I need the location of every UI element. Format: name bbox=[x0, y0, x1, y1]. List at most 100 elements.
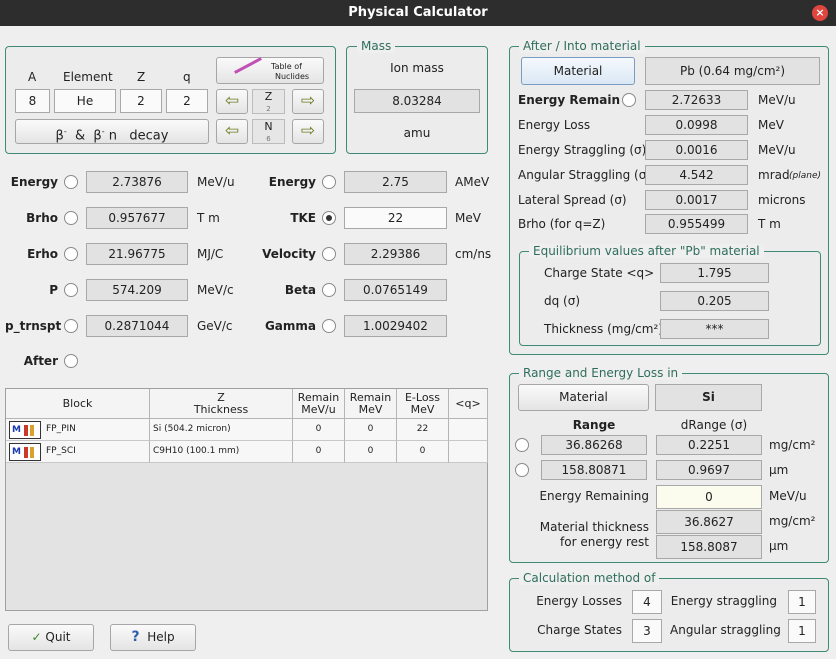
after-row-5-label: Brho (for q=Z) bbox=[518, 217, 606, 231]
p-trnspt-left-radio[interactable] bbox=[64, 319, 78, 333]
p-left-label: P bbox=[49, 283, 58, 297]
beta-minus-n-label: β bbox=[93, 128, 102, 144]
table-cell-thickness: C9H10 (100.1 mm) bbox=[150, 441, 293, 463]
energy-remaining-label: Energy Remaining bbox=[539, 489, 649, 503]
velocity-right-radio[interactable] bbox=[322, 247, 336, 261]
eq-row-1-value: 0.205 bbox=[660, 291, 769, 311]
after-material-button[interactable]: Material bbox=[521, 57, 635, 85]
close-icon[interactable]: × bbox=[812, 5, 828, 21]
z-increase-arrow-icon[interactable]: ⇨ bbox=[292, 89, 324, 114]
after-row-0-label: Energy Remain bbox=[518, 93, 621, 107]
energy-straggling-input[interactable]: 1 bbox=[788, 590, 816, 614]
range-row-1-drange: 0.9697 bbox=[656, 460, 762, 480]
brho-left-label: Brho bbox=[26, 211, 58, 225]
z-decrease-arrow-icon[interactable]: ⇦ bbox=[216, 89, 248, 114]
energy-losses-input[interactable]: 4 bbox=[632, 590, 662, 614]
p-left-radio[interactable] bbox=[64, 283, 78, 297]
range-row-0-range: 36.86268 bbox=[541, 435, 647, 455]
after-material-value: Pb (0.64 mg/cm²) bbox=[645, 57, 820, 85]
erho-left-unit: MJ/C bbox=[197, 247, 224, 261]
velocity-right-label: Velocity bbox=[262, 247, 316, 261]
after-row-3-label: Angular Straggling (σ) bbox=[518, 168, 651, 182]
calc-method-legend: Calculation method of bbox=[519, 571, 660, 585]
after-label: After bbox=[23, 354, 58, 368]
window-title: Physical Calculator bbox=[0, 0, 836, 26]
mass-legend: Mass bbox=[357, 39, 396, 53]
eq-row-2-label: Thickness (mg/cm²) bbox=[544, 322, 663, 336]
range-row-1-range: 158.80871 bbox=[541, 460, 647, 480]
p-trnspt-left-unit: GeV/c bbox=[197, 319, 233, 333]
n-decrease-arrow-icon[interactable]: ⇦ bbox=[216, 119, 248, 144]
energy-remain-radio[interactable] bbox=[622, 93, 636, 107]
label-a: A bbox=[28, 70, 37, 84]
range-material-value: Si bbox=[655, 384, 762, 411]
detector-icon: M bbox=[9, 421, 41, 439]
beta-decay-button[interactable]: β- & β- n decay bbox=[15, 119, 209, 144]
table-header-line2: MeV bbox=[410, 403, 435, 416]
after-row-4-label: Lateral Spread (σ) bbox=[518, 193, 627, 207]
table-header-line2: Thickness bbox=[193, 403, 249, 416]
charge-states-label: Charge States bbox=[537, 623, 622, 637]
after-row-3-value: 4.542 bbox=[645, 165, 748, 185]
range-row-1-radio[interactable] bbox=[515, 463, 529, 477]
energy-left-label: Energy bbox=[10, 175, 58, 189]
energy-remaining-input[interactable]: 0 bbox=[656, 485, 762, 509]
table-of-nuclides-button[interactable]: Table of Nuclides bbox=[216, 57, 324, 84]
tke-right-value[interactable]: 22 bbox=[344, 207, 447, 229]
table-row-block: FP_PIN bbox=[46, 424, 76, 434]
gamma-right-radio[interactable] bbox=[322, 319, 336, 333]
energy-straggling-label: Energy straggling bbox=[670, 594, 777, 608]
z-input[interactable]: 2 bbox=[120, 89, 162, 113]
table-header-0: Block bbox=[6, 389, 150, 419]
after-row-5-value: 0.955499 bbox=[645, 214, 748, 234]
after-row-2-value: 0.0016 bbox=[645, 140, 748, 160]
energy-left-radio[interactable] bbox=[64, 175, 78, 189]
beta-minus-label: β bbox=[55, 128, 64, 144]
q-input[interactable]: 2 bbox=[166, 89, 208, 113]
brho-left-radio[interactable] bbox=[64, 211, 78, 225]
question-icon: ? bbox=[131, 629, 140, 645]
energy-right-radio[interactable] bbox=[322, 175, 336, 189]
table-cell-eloss: 0 bbox=[397, 441, 449, 463]
mass-number-input[interactable]: 8 bbox=[15, 89, 50, 113]
table-header-line2: MeV bbox=[358, 403, 383, 416]
range-material-button[interactable]: Material bbox=[518, 384, 649, 411]
thickness-um-value: 158.8087 bbox=[656, 535, 762, 559]
energy-right-unit: AMeV bbox=[455, 175, 490, 189]
table-header-line1: Block bbox=[62, 397, 93, 410]
after-row-5-unit: T m bbox=[758, 217, 781, 231]
tke-right-radio[interactable] bbox=[322, 211, 336, 225]
z-step-button[interactable]: Z 2 bbox=[252, 89, 285, 114]
range-row-0-radio[interactable] bbox=[515, 438, 529, 452]
after-row-2-label: Energy Straggling (σ) bbox=[518, 143, 647, 157]
element-input[interactable]: He bbox=[54, 89, 116, 113]
n-step-button[interactable]: N 6 bbox=[252, 119, 285, 144]
quit-button[interactable]: ✓ Quit bbox=[8, 624, 94, 651]
beta-right-radio[interactable] bbox=[322, 283, 336, 297]
after-row-4-unit: microns bbox=[758, 193, 806, 207]
range-row-0-unit: mg/cm² bbox=[769, 438, 816, 452]
equilibrium-legend: Equilibrium values after "Pb" material bbox=[529, 244, 764, 258]
after-row-0-value: 2.72633 bbox=[645, 90, 748, 110]
erho-left-radio[interactable] bbox=[64, 247, 78, 261]
after-radio[interactable] bbox=[64, 354, 78, 368]
n-increase-arrow-icon[interactable]: ⇨ bbox=[292, 119, 324, 144]
help-label: Help bbox=[147, 630, 175, 644]
charge-states-input[interactable]: 3 bbox=[632, 619, 662, 643]
p-left-value: 574.209 bbox=[86, 279, 188, 301]
beta-right-value: 0.0765149 bbox=[344, 279, 447, 301]
calc-method-group bbox=[509, 578, 829, 652]
after-row-1-value: 0.0998 bbox=[645, 115, 748, 135]
energy-left-value: 2.73876 bbox=[86, 171, 188, 193]
material-thickness-label: Material thickness bbox=[539, 520, 649, 534]
table-header-1: Z Thickness bbox=[150, 389, 293, 419]
table-cell-eloss: 22 bbox=[397, 419, 449, 441]
help-button[interactable]: ? Help bbox=[110, 624, 196, 651]
table-button-line1: Table of bbox=[271, 62, 302, 71]
erho-left-value: 21.96775 bbox=[86, 243, 188, 265]
energy-remaining-unit: MeV/u bbox=[769, 489, 807, 503]
plane-note: (plane) bbox=[789, 171, 821, 181]
table-header-5: <q> bbox=[449, 389, 488, 419]
angular-straggling-input[interactable]: 1 bbox=[788, 619, 816, 643]
for-energy-rest-label: for energy rest bbox=[560, 535, 649, 549]
